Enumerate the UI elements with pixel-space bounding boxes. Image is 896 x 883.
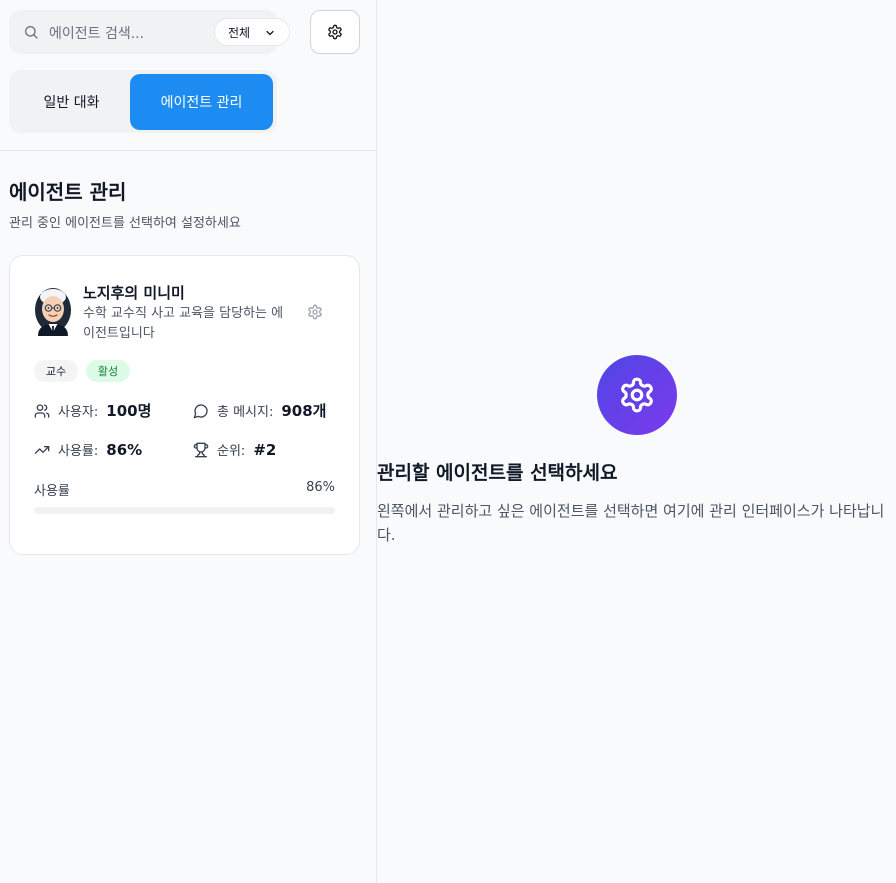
- stat-users-value: 100명: [106, 402, 152, 420]
- stat-users: 사용자: 100명: [34, 400, 151, 421]
- stat-rank-value: #2: [253, 440, 277, 459]
- empty-state-description: 왼쪽에서 관리하고 싶은 에이전트를 선택하면 여기에 관리 인터페이스가 나타…: [377, 502, 885, 544]
- section-title: 에이전트 관리: [9, 180, 127, 204]
- agent-settings-icon[interactable]: [307, 304, 323, 320]
- status-badge: 활성: [86, 360, 130, 382]
- chevron-down-icon: [266, 30, 274, 36]
- trending-up-icon: [34, 445, 50, 454]
- search-icon: [25, 26, 38, 39]
- stat-messages-value: 908개: [281, 402, 327, 420]
- usage-bar-percent: 86%: [306, 480, 335, 495]
- stat-users-label: 사용자:: [58, 405, 99, 420]
- tab-general-chat[interactable]: 일반 대화: [13, 74, 130, 130]
- tab-agent-management[interactable]: 에이전트 관리: [130, 74, 273, 130]
- search-bar: 에이전트 검색... 전체: [9, 10, 290, 54]
- empty-state-title: 관리할 에이전트를 선택하세요: [377, 462, 618, 484]
- filter-selected-label: 전체: [228, 25, 251, 40]
- avatar: [35, 288, 71, 336]
- divider: [0, 150, 377, 151]
- users-icon: [34, 403, 50, 418]
- usage-progress-bar: [34, 507, 335, 514]
- trophy-icon: [193, 442, 209, 457]
- stat-usage-label: 사용률:: [58, 444, 99, 459]
- mode-tabs: 일반 대화 에이전트 관리: [9, 70, 277, 133]
- agent-description: 수학 교수직 사고 교육을 담당하는 에이전트입니다: [83, 306, 284, 341]
- gear-icon: [328, 24, 342, 40]
- stat-rank: 순위: #2: [193, 440, 276, 459]
- stat-usage-value: 86%: [106, 440, 143, 459]
- section-subtitle: 관리 중인 에이전트를 선택하여 설정하세요: [9, 216, 241, 231]
- stat-rank-label: 순위:: [217, 444, 246, 459]
- usage-progress-fill: [34, 507, 293, 514]
- message-circle-icon: [193, 403, 208, 418]
- agent-card[interactable]: 노지후의 미니미 수학 교수직 사고 교육을 담당하는 에이전트입니다 교수 활…: [9, 255, 360, 555]
- role-badge: 교수: [34, 360, 78, 382]
- usage-bar-label: 사용률: [34, 484, 70, 499]
- filter-dropdown[interactable]: 전체: [214, 18, 290, 46]
- gear-icon: [621, 377, 653, 413]
- stat-messages: 총 메시지: 908개: [193, 400, 326, 421]
- settings-button[interactable]: [310, 10, 360, 54]
- search-input[interactable]: 에이전트 검색...: [49, 23, 144, 43]
- empty-state-icon: [597, 355, 677, 435]
- agent-name: 노지후의 미니미: [83, 284, 185, 302]
- stat-usage: 사용률: 86%: [34, 440, 142, 459]
- main-panel: 관리할 에이전트를 선택하세요 왼쪽에서 관리하고 싶은 에이전트를 선택하면 …: [377, 0, 896, 883]
- stat-messages-label: 총 메시지:: [217, 405, 274, 420]
- sidebar: 에이전트 검색... 전체 일반 대화 에이전트 관리 에이전트 관리 관리 중…: [0, 0, 377, 883]
